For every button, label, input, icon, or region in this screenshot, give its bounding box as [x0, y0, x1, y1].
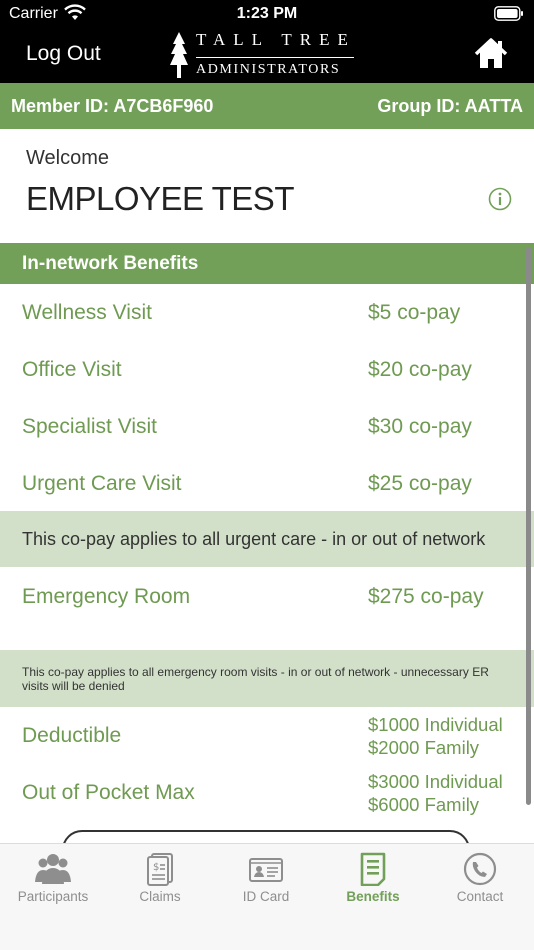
benefit-value-specialist: $30 co-pay — [368, 415, 472, 438]
benefit-value-emergency: $275 co-pay — [368, 585, 484, 608]
tab-participants-label: Participants — [17, 889, 89, 904]
benefit-value-urgent-care: $25 co-pay — [368, 472, 472, 495]
tab-contact[interactable]: Contact — [427, 844, 533, 914]
participants-icon — [35, 854, 71, 884]
benefit-label-office: Office Visit — [22, 358, 122, 381]
benefit-label-urgent-care: Urgent Care Visit — [22, 472, 182, 495]
member-name: EMPLOYEE TEST — [26, 180, 294, 217]
logo-divider — [196, 57, 354, 58]
tab-benefits-label: Benefits — [346, 889, 400, 904]
oop-max-label: Out of Pocket Max — [22, 781, 195, 804]
urgent-care-note: This co-pay applies to all urgent care -… — [0, 511, 534, 567]
emergency-note: This co-pay applies to all emergency roo… — [0, 650, 534, 707]
benefit-label-wellness: Wellness Visit — [22, 301, 152, 324]
member-id: Member ID: A7CB6F960 — [11, 96, 214, 116]
contact-icon — [463, 852, 497, 886]
tab-participants[interactable]: Participants — [0, 844, 106, 914]
tab-claims-label: Claims — [139, 889, 181, 904]
battery-icon — [494, 6, 523, 21]
tab-id-card[interactable]: ID Card — [213, 844, 319, 914]
logout-button[interactable]: Log Out — [26, 42, 101, 66]
scrollbar[interactable] — [526, 247, 531, 805]
tab-contact-label: Contact — [456, 889, 504, 904]
benefit-label-emergency: Emergency Room — [22, 585, 191, 608]
tree-icon — [170, 32, 188, 78]
status-bar: Carrier 1:23 PM — [0, 0, 534, 28]
emergency-note-text: This co-pay applies to all emergency roo… — [22, 665, 489, 693]
benefits-icon — [360, 852, 386, 886]
svg-text:$: $ — [153, 862, 159, 873]
id-card-icon — [249, 858, 283, 882]
tall-tree-logo: TALL TREE ADMINISTRATORS — [168, 30, 358, 80]
group-id: Group ID: AATTA — [377, 96, 523, 116]
benefit-label-specialist: Specialist Visit — [22, 415, 158, 438]
benefits-header: In-network Benefits — [0, 243, 534, 284]
benefits-screen: Carrier 1:23 PM Log Out TALL TREE ADMINI… — [0, 0, 534, 950]
welcome-label: Welcome — [26, 147, 109, 169]
tab-id-card-label: ID Card — [242, 889, 290, 904]
info-icon[interactable] — [488, 187, 512, 211]
home-icon[interactable] — [474, 38, 508, 70]
tab-bar: Participants $ Claims ID Card Benefits C… — [0, 843, 534, 950]
logo-title: TALL TREE — [196, 30, 356, 49]
deductible-individual: $1000 Individual — [368, 714, 503, 735]
claims-icon: $ — [147, 853, 173, 886]
tab-benefits[interactable]: Benefits — [320, 844, 426, 914]
nav-bar: Log Out TALL TREE ADMINISTRATORS — [0, 28, 534, 83]
id-bar: Member ID: A7CB6F960 Group ID: AATTA — [0, 83, 534, 129]
oop-max-family: $6000 Family — [368, 794, 480, 815]
clock: 1:23 PM — [236, 5, 298, 22]
deductible-family: $2000 Family — [368, 737, 480, 758]
deductible-label: Deductible — [22, 724, 122, 747]
benefit-value-office: $20 co-pay — [368, 358, 472, 381]
logo-subtitle: ADMINISTRATORS — [196, 62, 341, 77]
urgent-care-note-text: This co-pay applies to all urgent care -… — [22, 529, 486, 549]
benefits-header-title: In-network Benefits — [22, 253, 199, 274]
oop-max-individual: $3000 Individual — [368, 771, 503, 792]
tab-claims[interactable]: $ Claims — [107, 844, 213, 914]
benefit-value-wellness: $5 co-pay — [368, 301, 461, 324]
